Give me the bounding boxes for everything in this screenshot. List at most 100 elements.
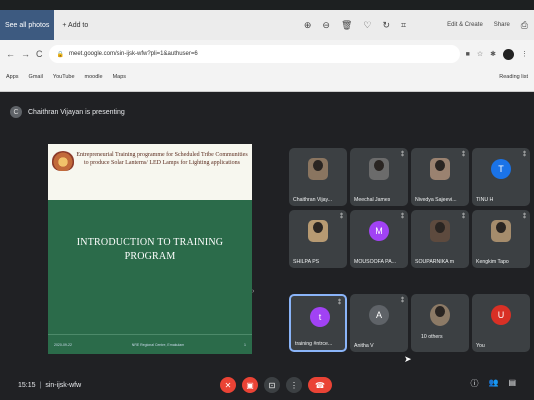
info-icon[interactable]: ⓘ bbox=[470, 378, 478, 389]
address-bar[interactable]: 🔒 meet.google.com/sin-ijsk-wfw?pli=1&aut… bbox=[48, 45, 460, 63]
participant-tile-others[interactable]: 10 others bbox=[411, 294, 469, 352]
bookmark-apps[interactable]: Apps bbox=[6, 74, 19, 80]
bookmarks-bar: Apps Gmail YouTube moodle Maps Reading l… bbox=[0, 68, 534, 86]
slide-header: Entrepreneurial Training programme for S… bbox=[48, 144, 252, 200]
participant-initial-avatar: t bbox=[310, 307, 330, 327]
participant-tile[interactable]: ⁑ SOUPARNIKA m bbox=[411, 210, 469, 268]
participant-tile[interactable]: ⁑ M MOUSOOFA PA... bbox=[350, 210, 408, 268]
pin-icon[interactable]: ⁑ bbox=[340, 213, 343, 220]
share-button[interactable]: Share bbox=[494, 22, 510, 28]
lock-icon: 🔒 bbox=[56, 51, 64, 58]
camera-icon[interactable]: ■ bbox=[466, 51, 470, 58]
participant-name: You bbox=[476, 343, 485, 349]
bookmark-gmail[interactable]: Gmail bbox=[29, 74, 43, 80]
hang-up-icon[interactable]: ☎ bbox=[308, 377, 332, 393]
profile-avatar[interactable] bbox=[503, 48, 514, 60]
meeting-time: 15:15 bbox=[18, 381, 36, 389]
meet-control-bar: 15:15 | sin-ijsk-wfw ✕ ▣ ⊡ ⋮ ☎ ⓘ 👥 ▤ bbox=[0, 370, 534, 400]
rotate-icon[interactable]: ↻ bbox=[382, 20, 390, 31]
meet-call-area: C Chaithran Vijayan is presenting Entrep… bbox=[0, 92, 534, 400]
print-icon[interactable]: ⎙ bbox=[521, 20, 528, 31]
pin-icon[interactable]: ⁑ bbox=[523, 213, 526, 220]
participant-tile-active[interactable]: ⁑ t training #ntrce... bbox=[289, 294, 347, 352]
pin-icon[interactable]: ⁑ bbox=[523, 151, 526, 158]
pin-icon[interactable]: ⁑ bbox=[401, 151, 404, 158]
presentation-slide: Entrepreneurial Training programme for S… bbox=[48, 144, 252, 354]
participant-tile[interactable]: ⁑ T TINU H bbox=[472, 148, 530, 206]
participant-initial-avatar: M bbox=[369, 221, 389, 241]
participant-name: MOUSOOFA PA... bbox=[354, 259, 396, 265]
presenter-avatar: C bbox=[10, 106, 22, 118]
participant-name: 10 others bbox=[421, 334, 443, 340]
participant-tile[interactable]: ⁑ Kengkim Tapo bbox=[472, 210, 530, 268]
bookmark-youtube[interactable]: YouTube bbox=[53, 74, 75, 80]
reload-icon[interactable]: C bbox=[36, 49, 43, 59]
slide-heading: INTRODUCTION TO TRAINING PROGRAM bbox=[58, 236, 242, 264]
participant-name: Nivedya Sajeevi... bbox=[415, 197, 457, 203]
slide-heading-line1: INTRODUCTION TO TRAINING bbox=[76, 237, 224, 248]
favorite-icon[interactable]: ♡ bbox=[363, 20, 371, 31]
chat-icon[interactable]: ▤ bbox=[508, 378, 516, 389]
forward-icon[interactable]: → bbox=[21, 49, 30, 59]
pin-icon[interactable]: ⁑ bbox=[401, 297, 404, 304]
participant-video bbox=[308, 158, 328, 180]
camera-off-icon[interactable]: ▣ bbox=[242, 377, 258, 393]
bookmark-star-icon[interactable]: ☆ bbox=[477, 50, 483, 58]
participant-tile[interactable]: Chaithran Vijay... bbox=[289, 148, 347, 206]
meeting-code: sin-ijsk-wfw bbox=[45, 381, 82, 389]
participant-name: Chaithran Vijay... bbox=[293, 197, 333, 203]
presenter-text: Chaithran Vijayan is presenting bbox=[28, 108, 125, 116]
slide-footer-center: NRE Regional Centre, Ernakulam bbox=[131, 342, 185, 347]
participant-name: training #ntrce... bbox=[295, 341, 333, 347]
menu-icon[interactable]: ⋮ bbox=[521, 50, 528, 58]
participant-initial-avatar: A bbox=[369, 305, 389, 325]
cursor-icon-secondary: › bbox=[252, 288, 255, 295]
zoom-out-icon[interactable]: ⊖ bbox=[322, 20, 330, 31]
participant-name: Meechal James bbox=[354, 197, 391, 203]
participant-video bbox=[369, 158, 389, 180]
people-icon[interactable]: 👥 bbox=[488, 378, 498, 389]
mic-off-icon[interactable]: ✕ bbox=[220, 377, 236, 393]
participant-tile-self[interactable]: U You bbox=[472, 294, 530, 352]
bookmark-maps[interactable]: Maps bbox=[113, 74, 126, 80]
participant-initial-avatar: T bbox=[491, 159, 511, 179]
participant-tile[interactable]: ⁑ Nivedya Sajeevi... bbox=[411, 148, 469, 206]
extensions-icon[interactable]: ✱ bbox=[490, 50, 496, 58]
screenshot-frame: See all photos + Add to ⊕ ⊖ 🗑 ♡ ↻ ⌗ Edit… bbox=[0, 0, 534, 400]
see-all-photos-button[interactable]: See all photos bbox=[0, 10, 55, 40]
edit-create-button[interactable]: Edit & Create bbox=[447, 22, 483, 28]
browser-chrome: ← → C 🔒 meet.google.com/sin-ijsk-wfw?pli… bbox=[0, 40, 534, 92]
call-controls: ✕ ▣ ⊡ ⋮ ☎ bbox=[220, 377, 332, 393]
more-options-icon[interactable]: ⋮ bbox=[286, 377, 302, 393]
slide-footer-date: 2020-09-22 bbox=[54, 342, 72, 347]
slide-footer: 2020-09-22 NRE Regional Centre, Ernakula… bbox=[48, 334, 252, 354]
crop-icon[interactable]: ⌗ bbox=[401, 20, 406, 31]
pin-icon[interactable]: ⁑ bbox=[338, 299, 341, 306]
delete-icon[interactable]: 🗑 bbox=[341, 20, 352, 31]
pin-icon[interactable]: ⁑ bbox=[462, 213, 465, 220]
participant-name: Anitha V bbox=[354, 343, 374, 349]
reading-list-button[interactable]: Reading list bbox=[499, 74, 528, 80]
participant-name: SHILPA PS bbox=[293, 259, 320, 265]
bookmark-moodle[interactable]: moodle bbox=[85, 74, 103, 80]
participant-tile[interactable]: ⁑ Meechal James bbox=[350, 148, 408, 206]
present-screen-icon[interactable]: ⊡ bbox=[264, 377, 280, 393]
participant-tile[interactable]: ⁑ A Anitha V bbox=[350, 294, 408, 352]
separator: | bbox=[39, 381, 42, 389]
participant-tile[interactable]: ⁑ SHILPA PS bbox=[289, 210, 347, 268]
participant-initial-avatar: U bbox=[491, 305, 511, 325]
participant-video bbox=[308, 220, 328, 242]
emblem-logo bbox=[52, 151, 74, 171]
back-icon[interactable]: ← bbox=[6, 49, 15, 59]
pin-icon[interactable]: ⁑ bbox=[401, 213, 404, 220]
zoom-in-icon[interactable]: ⊕ bbox=[304, 20, 312, 31]
slide-title: Entrepreneurial Training programme for S… bbox=[76, 152, 248, 166]
add-to-button[interactable]: + Add to bbox=[62, 22, 88, 29]
side-panel-controls: ⓘ 👥 ▤ bbox=[470, 378, 516, 389]
participant-name: SOUPARNIKA m bbox=[415, 259, 455, 265]
mouse-cursor-icon: ➤ bbox=[404, 354, 412, 364]
pin-icon[interactable]: ⁑ bbox=[462, 151, 465, 158]
participant-name: TINU H bbox=[476, 197, 494, 203]
photo-viewer-toolbar: See all photos + Add to ⊕ ⊖ 🗑 ♡ ↻ ⌗ Edit… bbox=[0, 10, 534, 40]
participant-video bbox=[491, 220, 511, 242]
